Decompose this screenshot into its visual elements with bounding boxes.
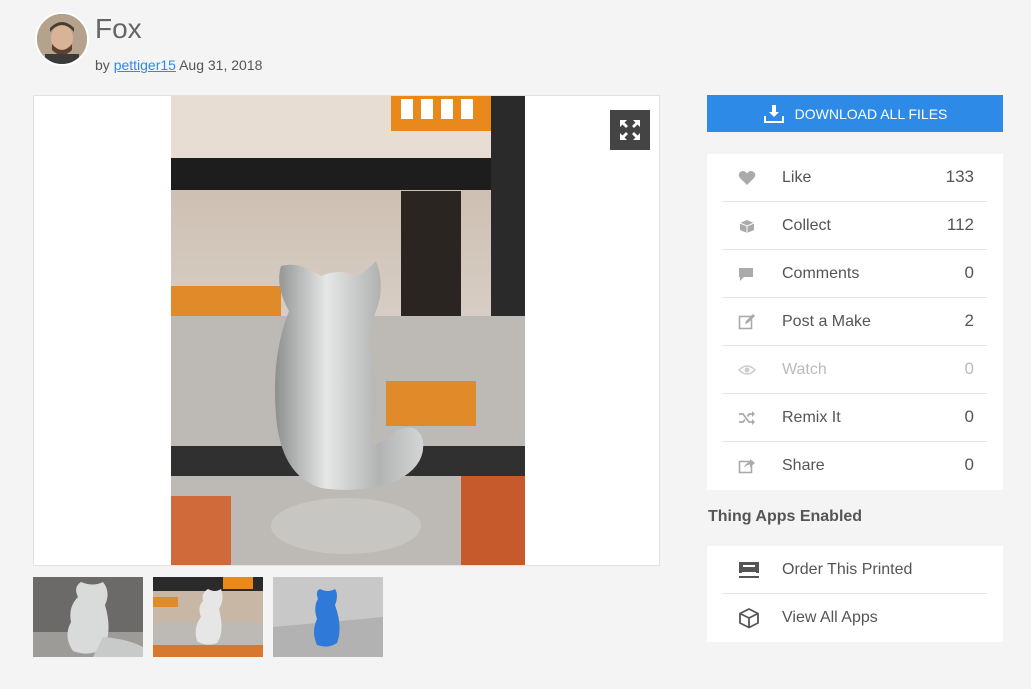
remix-it-label: Remix It (782, 409, 841, 426)
heart-icon (738, 171, 756, 185)
page-title: Fox (95, 13, 142, 44)
byline-prefix: by (95, 57, 110, 73)
collect-icon (739, 220, 755, 233)
post-a-make-label: Post a Make (782, 313, 871, 330)
remix-it-count: 0 (964, 407, 974, 426)
order-this-printed-button[interactable]: Order This Printed (722, 546, 987, 594)
share-icon (738, 459, 755, 474)
watch-button[interactable]: Watch 0 (722, 346, 987, 394)
watch-label: Watch (782, 361, 827, 378)
like-count: 133 (945, 167, 974, 186)
collect-button[interactable]: Collect 112 (722, 202, 987, 250)
download-label: DOWNLOAD ALL FILES (794, 105, 948, 122)
remix-it-button[interactable]: Remix It 0 (722, 394, 987, 442)
collect-label: Collect (782, 217, 831, 234)
like-label: Like (782, 169, 812, 186)
publish-date: Aug 31, 2018 (179, 57, 263, 73)
author-link[interactable]: pettiger15 (114, 57, 176, 73)
comments-count: 0 (964, 263, 974, 282)
share-button[interactable]: Share 0 (722, 442, 987, 490)
like-button[interactable]: Like 133 (722, 154, 987, 202)
actions-panel: Like 133 Collect 112 Comments 0 Post a M… (707, 154, 1003, 490)
edit-icon (738, 314, 755, 330)
download-all-files-button[interactable]: DOWNLOAD ALL FILES (707, 95, 1003, 132)
thing-apps-heading: Thing Apps Enabled (708, 508, 863, 525)
comments-button[interactable]: Comments 0 (722, 250, 987, 298)
download-icon (763, 104, 784, 123)
thumbnail-1[interactable] (33, 577, 143, 657)
comments-label: Comments (782, 265, 860, 282)
image-viewer[interactable] (33, 95, 660, 566)
author-avatar[interactable] (35, 12, 89, 66)
watch-count: 0 (964, 359, 974, 378)
expand-arrows-icon (620, 120, 640, 140)
main-photo (171, 96, 525, 565)
order-this-printed-label: Order This Printed (782, 561, 913, 578)
post-a-make-button[interactable]: Post a Make 2 (722, 298, 987, 346)
thumbnail-2[interactable] (153, 577, 263, 657)
shuffle-icon (739, 411, 755, 425)
byline: by pettiger15 Aug 31, 2018 (95, 57, 262, 73)
eye-icon (738, 365, 756, 375)
comment-icon (739, 268, 753, 281)
apps-panel: Order This Printed View All Apps (707, 546, 1003, 642)
thumbnail-3[interactable] (273, 577, 383, 657)
view-all-apps-label: View All Apps (782, 609, 878, 626)
cube-icon (739, 608, 759, 629)
collect-count: 112 (946, 215, 974, 234)
view-all-apps-button[interactable]: View All Apps (722, 594, 987, 642)
expand-button[interactable] (610, 110, 650, 150)
printer-icon (739, 562, 759, 578)
share-count: 0 (964, 455, 974, 474)
post-a-make-count: 2 (964, 311, 974, 330)
share-label: Share (782, 457, 825, 474)
